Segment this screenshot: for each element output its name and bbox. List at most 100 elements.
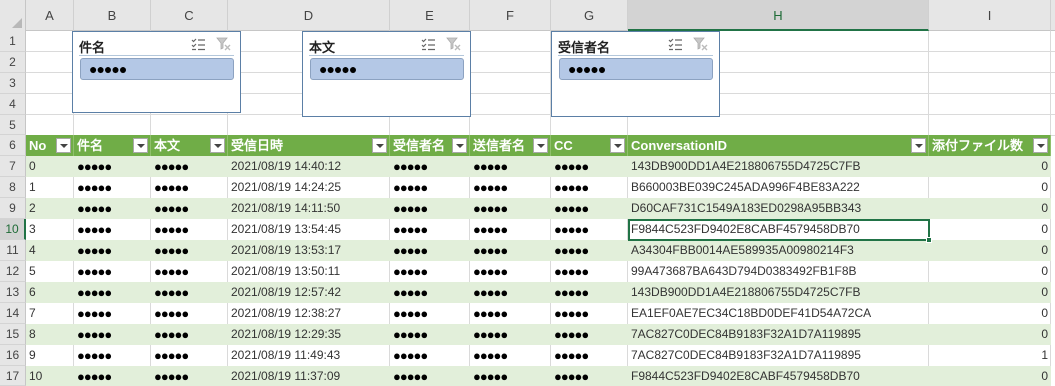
column-header-g[interactable]: G xyxy=(551,0,628,31)
cell-sender[interactable]: ●●●●● xyxy=(470,345,551,366)
row-header-10[interactable]: 10 xyxy=(0,219,26,240)
table-header-conversation-id[interactable]: ConversationID xyxy=(628,135,929,156)
cell-recipient[interactable]: ●●●●● xyxy=(390,261,470,282)
row-header-2[interactable]: 2 xyxy=(0,52,26,73)
cell-sender[interactable]: ●●●●● xyxy=(470,177,551,198)
cell-recipient[interactable]: ●●●●● xyxy=(390,324,470,345)
slicer-body[interactable]: 本文 ●●●●● xyxy=(302,31,471,117)
column-header-i[interactable]: I xyxy=(929,0,1051,31)
select-all-corner[interactable] xyxy=(0,0,26,31)
cell-no[interactable]: 1 xyxy=(26,177,74,198)
cell-received-datetime[interactable]: 2021/08/19 13:54:45 xyxy=(228,219,390,240)
cell-conversation-id[interactable]: F9844C523FD9402E8CABF4579458DB70 xyxy=(628,366,929,386)
filter-dropdown-icon[interactable] xyxy=(372,138,387,153)
clear-filter-icon[interactable] xyxy=(216,37,231,51)
table-header-sender[interactable]: 送信者名 xyxy=(470,135,551,156)
cell-attachment-count[interactable]: 0 xyxy=(929,324,1051,345)
cell-recipient[interactable]: ●●●●● xyxy=(390,177,470,198)
cell-recipient[interactable]: ●●●●● xyxy=(390,303,470,324)
cell-subject[interactable]: ●●●●● xyxy=(74,324,151,345)
table-header-received[interactable]: 受信日時 xyxy=(228,135,390,156)
row-header-16[interactable]: 16 xyxy=(0,345,26,366)
cell-attachment-count[interactable]: 0 xyxy=(929,366,1051,386)
cell-body[interactable]: ●●●●● xyxy=(151,219,228,240)
cell-recipient[interactable]: ●●●●● xyxy=(390,240,470,261)
cell-sender[interactable]: ●●●●● xyxy=(470,219,551,240)
active-cell-selection[interactable] xyxy=(628,219,932,243)
table-header-attachments[interactable]: 添付ファイル数 xyxy=(929,135,1051,156)
cell-cc[interactable]: ●●●●● xyxy=(551,240,628,261)
table-header-recipient[interactable]: 受信者名 xyxy=(390,135,470,156)
cell-no[interactable]: 5 xyxy=(26,261,74,282)
cell-subject[interactable]: ●●●●● xyxy=(74,219,151,240)
cell-no[interactable]: 2 xyxy=(26,198,74,219)
cell-subject[interactable]: ●●●●● xyxy=(74,345,151,366)
column-header-b[interactable]: B xyxy=(74,0,151,31)
cell-cc[interactable]: ●●●●● xyxy=(551,324,628,345)
cell-conversation-id[interactable]: D60CAF731C1549A183ED0298A95BB343 xyxy=(628,198,929,219)
cell-body[interactable]: ●●●●● xyxy=(151,156,228,177)
cell-sender[interactable]: ●●●●● xyxy=(470,261,551,282)
column-header-h[interactable]: H xyxy=(628,0,929,31)
cell-attachment-count[interactable]: 0 xyxy=(929,303,1051,324)
row-header-8[interactable]: 8 xyxy=(0,177,26,198)
cell-subject[interactable]: ●●●●● xyxy=(74,156,151,177)
cell-attachment-count[interactable]: 0 xyxy=(929,198,1051,219)
column-header-a[interactable]: A xyxy=(26,0,74,31)
cell-received-datetime[interactable]: 2021/08/19 11:37:09 xyxy=(228,366,390,386)
cell-attachment-count[interactable]: 0 xyxy=(929,156,1051,177)
cell-cc[interactable]: ●●●●● xyxy=(551,198,628,219)
cell-no[interactable]: 3 xyxy=(26,219,74,240)
cell-sender[interactable]: ●●●●● xyxy=(470,282,551,303)
fill-handle[interactable] xyxy=(926,237,932,243)
row-header-14[interactable]: 14 xyxy=(0,303,26,324)
cell-cc[interactable]: ●●●●● xyxy=(551,282,628,303)
cell-cc[interactable]: ●●●●● xyxy=(551,219,628,240)
row-header-3[interactable]: 3 xyxy=(0,73,26,94)
cell-subject[interactable]: ●●●●● xyxy=(74,366,151,386)
column-header-c[interactable]: C xyxy=(151,0,228,31)
row-header-12[interactable]: 12 xyxy=(0,261,26,282)
filter-dropdown-icon[interactable] xyxy=(133,138,148,153)
cell-cc[interactable]: ●●●●● xyxy=(551,177,628,198)
cell-recipient[interactable]: ●●●●● xyxy=(390,366,470,386)
cell-attachment-count[interactable]: 0 xyxy=(929,261,1051,282)
clear-filter-icon[interactable] xyxy=(693,37,708,51)
row-header-7[interactable]: 7 xyxy=(0,156,26,177)
cell-sender[interactable]: ●●●●● xyxy=(470,240,551,261)
cell-attachment-count[interactable]: 0 xyxy=(929,282,1051,303)
row-header-15[interactable]: 15 xyxy=(0,324,26,345)
cell-received-datetime[interactable]: 2021/08/19 13:50:11 xyxy=(228,261,390,282)
cell-recipient[interactable]: ●●●●● xyxy=(390,282,470,303)
cell-no[interactable]: 6 xyxy=(26,282,74,303)
row-header-11[interactable]: 11 xyxy=(0,240,26,261)
table-header-cc[interactable]: CC xyxy=(551,135,628,156)
cell-sender[interactable]: ●●●●● xyxy=(470,156,551,177)
cell-conversation-id[interactable]: 143DB900DD1A4E218806755D4725C7FB xyxy=(628,282,929,303)
cell-received-datetime[interactable]: 2021/08/19 11:49:43 xyxy=(228,345,390,366)
cell-received-datetime[interactable]: 2021/08/19 12:38:27 xyxy=(228,303,390,324)
cell-received-datetime[interactable]: 2021/08/19 14:40:12 xyxy=(228,156,390,177)
cell-no[interactable]: 9 xyxy=(26,345,74,366)
cell-cc[interactable]: ●●●●● xyxy=(551,156,628,177)
cell-sender[interactable]: ●●●●● xyxy=(470,366,551,386)
cell-body[interactable]: ●●●●● xyxy=(151,303,228,324)
cell-conversation-id[interactable]: A34304FBB0014AE589935A00980214F3 xyxy=(628,240,929,261)
filter-dropdown-icon[interactable] xyxy=(210,138,225,153)
cell-recipient[interactable]: ●●●●● xyxy=(390,156,470,177)
column-header-e[interactable]: E xyxy=(390,0,470,31)
cell-subject[interactable]: ●●●●● xyxy=(74,177,151,198)
cell-attachment-count[interactable]: 0 xyxy=(929,240,1051,261)
slicer-item[interactable]: ●●●●● xyxy=(80,58,234,80)
cell-no[interactable]: 4 xyxy=(26,240,74,261)
filter-dropdown-icon[interactable] xyxy=(533,138,548,153)
cell-sender[interactable]: ●●●●● xyxy=(470,324,551,345)
filter-dropdown-icon[interactable] xyxy=(1033,138,1048,153)
cell-received-datetime[interactable]: 2021/08/19 14:11:50 xyxy=(228,198,390,219)
cell-cc[interactable]: ●●●●● xyxy=(551,261,628,282)
cell-recipient[interactable]: ●●●●● xyxy=(390,219,470,240)
cell-received-datetime[interactable]: 2021/08/19 14:24:25 xyxy=(228,177,390,198)
slicer-subject[interactable]: 件名 ●●●●● xyxy=(72,31,241,113)
row-header-4[interactable]: 4 xyxy=(0,94,26,115)
table-header-no[interactable]: No xyxy=(26,135,74,156)
